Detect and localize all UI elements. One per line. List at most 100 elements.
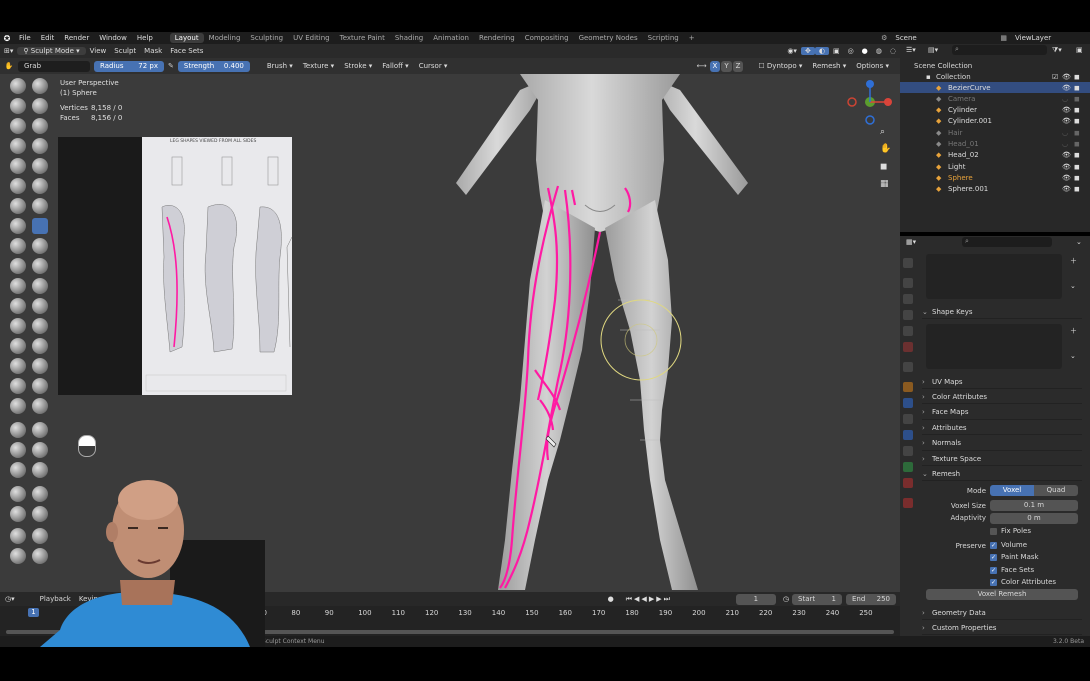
render-camera-icon[interactable]: ◼: [1074, 151, 1080, 159]
scene-collection-row[interactable]: Scene Collection: [900, 60, 1090, 71]
visibility-icon[interactable]: ◉▾: [783, 47, 801, 55]
tab-uv-editing[interactable]: UV Editing: [288, 33, 335, 43]
shading-solid-icon[interactable]: ●: [858, 47, 872, 55]
mode-selector[interactable]: ⚲ Sculpt Mode ▾: [17, 47, 86, 55]
vertex-group-add-icon[interactable]: ＋: [1070, 256, 1077, 266]
outliner-item-head-02[interactable]: ◆ Head_02 👁 ◼: [900, 150, 1090, 161]
tab-sculpting[interactable]: Sculpting: [245, 33, 288, 43]
shading-wireframe-icon[interactable]: ◎: [844, 47, 858, 55]
shape-key-menu-icon[interactable]: ⌄: [1070, 352, 1076, 360]
view-layer-selector[interactable]: ViewLayer: [1010, 34, 1090, 42]
render-camera-icon[interactable]: ◼: [1074, 84, 1080, 92]
section-face-maps[interactable]: › Face Maps: [922, 406, 1082, 420]
sculpt-tool-multiplane-scrape-b-icon[interactable]: [32, 338, 48, 354]
shape-keys-list[interactable]: [926, 324, 1062, 369]
visibility-eye-icon[interactable]: ◡: [1062, 129, 1068, 137]
mode-voxel-button[interactable]: Voxel: [990, 485, 1034, 496]
sculpt-tool-crease-a-icon[interactable]: [10, 238, 26, 254]
sculpt-tool-grab-b-icon[interactable]: [32, 378, 48, 394]
view-layer-tab-icon[interactable]: [903, 310, 913, 320]
physics-tab-icon[interactable]: [903, 430, 913, 440]
tab-modeling[interactable]: Modeling: [204, 33, 246, 43]
visibility-eye-icon[interactable]: 👁: [1062, 174, 1071, 182]
outliner-item-cylinder-001[interactable]: ◆ Cylinder.001 👁 ◼: [900, 116, 1090, 127]
record-icon[interactable]: ●: [600, 595, 622, 603]
section-custom-properties[interactable]: › Custom Properties: [922, 621, 1082, 635]
props-search-input[interactable]: ⌕: [962, 237, 1052, 247]
menu-window[interactable]: Window: [94, 34, 132, 42]
collection-checkbox-icon[interactable]: ☑: [1052, 73, 1058, 81]
sculpt-tool-pinch-a-icon[interactable]: [10, 358, 26, 374]
scene-tab-icon[interactable]: [903, 326, 913, 336]
blender-logo-icon[interactable]: ✪: [0, 34, 14, 43]
sculpt-tool-snake-hook-b-icon[interactable]: [32, 422, 48, 438]
options-dropdown[interactable]: Options ▾: [851, 62, 894, 70]
dyntopo-checkbox[interactable]: ☐ Dyntopo ▾: [753, 62, 807, 70]
camera-view-icon[interactable]: ◼: [880, 162, 887, 172]
shape-key-add-icon[interactable]: ＋: [1070, 326, 1077, 336]
sculpt-tool-flatten-b-icon[interactable]: [32, 278, 48, 294]
sculpt-tool-blob-a-icon[interactable]: [10, 218, 26, 234]
axis-x-toggle[interactable]: X: [709, 60, 721, 72]
vertex-group-menu-icon[interactable]: ⌄: [1070, 282, 1076, 290]
preview-range-icon[interactable]: ◷: [780, 595, 792, 603]
section-remesh[interactable]: ⌄ Remesh: [922, 467, 1082, 481]
adaptivity-field[interactable]: 0 m: [990, 513, 1078, 524]
outliner-item-head-01[interactable]: ◆ Head_01 ◡ ◼: [900, 139, 1090, 150]
outliner-item-cylinder[interactable]: ◆ Cylinder 👁 ◼: [900, 105, 1090, 116]
render-camera-icon[interactable]: ◼: [1074, 106, 1080, 114]
data-tab-icon[interactable]: [903, 462, 913, 472]
zoom-icon[interactable]: ⌕: [880, 127, 885, 137]
visibility-eye-icon[interactable]: 👁: [1062, 163, 1071, 171]
menu-sculpt[interactable]: Sculpt: [110, 47, 140, 55]
output-tab-icon[interactable]: [903, 294, 913, 304]
render-camera-icon[interactable]: ◼: [1074, 117, 1080, 125]
preserve-volume-checkbox[interactable]: ✓ Volume: [990, 541, 1027, 549]
sculpt-tool-pinch-b-icon[interactable]: [32, 358, 48, 374]
sculpt-tool-elastic-deform-b-icon[interactable]: [32, 398, 48, 414]
menu-edit[interactable]: Edit: [36, 34, 60, 42]
section-geometry-data[interactable]: › Geometry Data: [922, 606, 1082, 620]
sculpt-tool-smooth-b-icon[interactable]: [32, 258, 48, 274]
section-normals[interactable]: › Normals: [922, 437, 1082, 451]
voxel-remesh-button[interactable]: Voxel Remesh: [926, 589, 1078, 600]
collection-eye-icon[interactable]: 👁: [1062, 73, 1071, 81]
xray-toggle-icon[interactable]: ▣: [829, 47, 844, 55]
visibility-eye-icon[interactable]: 👁: [1062, 117, 1071, 125]
visibility-eye-icon[interactable]: 👁: [1062, 84, 1071, 92]
sculpt-tool-blob-b-icon[interactable]: [32, 218, 48, 234]
outliner-item-sphere-001[interactable]: ◆ Sphere.001 👁 ◼: [900, 184, 1090, 195]
preserve-paint-mask-checkbox[interactable]: ✓ Paint Mask: [990, 553, 1039, 561]
vertex-groups-list[interactable]: [926, 254, 1062, 299]
particles-tab-icon[interactable]: [903, 414, 913, 424]
outliner-item-camera[interactable]: ◆ Camera ◡ ◼: [900, 93, 1090, 104]
section-attributes[interactable]: › Attributes: [922, 421, 1082, 436]
section-shape-keys[interactable]: ⌄ Shape Keys: [922, 305, 1082, 319]
tab-compositing[interactable]: Compositing: [520, 33, 574, 43]
start-frame-field[interactable]: Start 1: [792, 593, 842, 605]
outliner-search-input[interactable]: ⌕: [952, 45, 1047, 55]
filter-icon[interactable]: ⧩▾: [1052, 46, 1062, 55]
sculpt-tool-fill-a-icon[interactable]: [10, 298, 26, 314]
brush-icon[interactable]: ✋: [0, 62, 18, 70]
playback-controls[interactable]: ⏮◀◀▶▶⏭: [622, 595, 676, 604]
new-collection-icon[interactable]: ▣: [1076, 46, 1083, 54]
sculpt-tool-layer-b-icon[interactable]: [32, 178, 48, 194]
sculpt-tool-smooth-a-icon[interactable]: [10, 258, 26, 274]
sculpt-tool-clay-thumb-b-icon[interactable]: [32, 158, 48, 174]
menu-mask[interactable]: Mask: [140, 47, 166, 55]
section-uv-maps[interactable]: › UV Maps: [922, 375, 1082, 389]
current-frame-field[interactable]: 1: [735, 593, 776, 605]
material-tab-icon[interactable]: [903, 478, 913, 488]
scene-icon[interactable]: ⚙: [881, 34, 890, 42]
sculpt-tool-clay-a-icon[interactable]: [10, 118, 26, 134]
render-camera-icon[interactable]: ◼: [1074, 163, 1080, 171]
tab-scripting[interactable]: Scripting: [643, 33, 684, 43]
visibility-eye-icon[interactable]: 👁: [1062, 185, 1071, 193]
brush-name-field[interactable]: Grab: [18, 60, 90, 72]
outliner-editor-icon[interactable]: ☰▾: [906, 46, 916, 54]
add-workspace-icon[interactable]: +: [684, 33, 700, 43]
collection-tab-icon[interactable]: [903, 362, 913, 372]
symmetry-icon[interactable]: ⟷: [696, 62, 706, 70]
outliner-item-sphere[interactable]: ◆ Sphere 👁 ◼: [900, 172, 1090, 183]
